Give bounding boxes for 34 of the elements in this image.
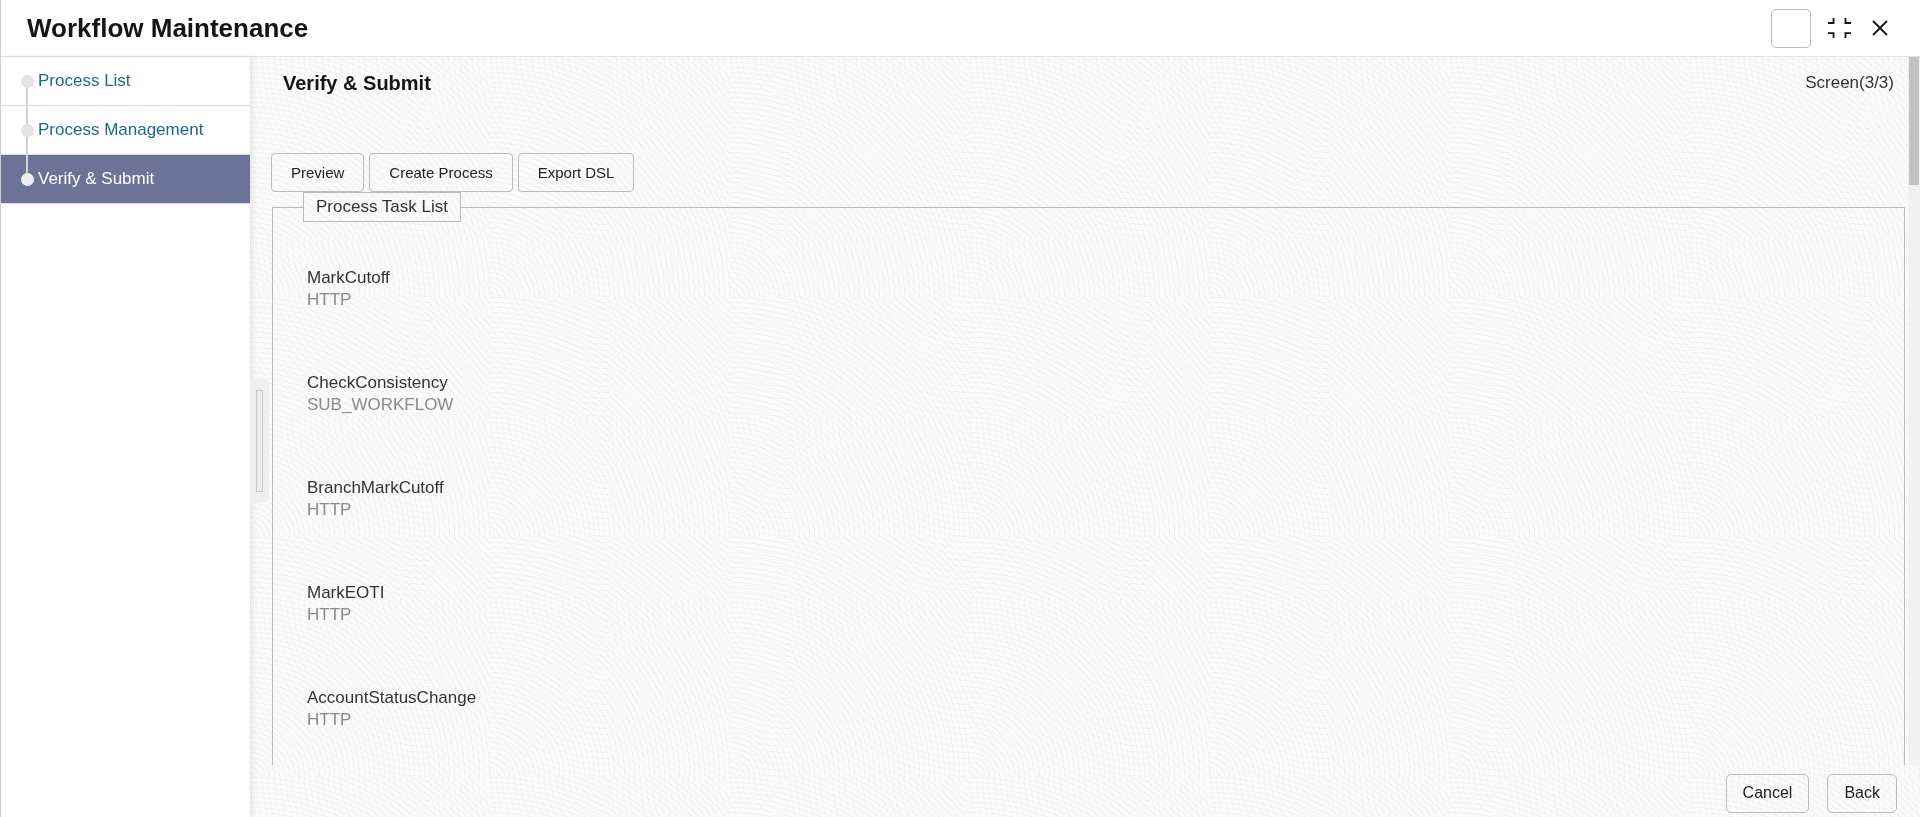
- sidebar-item[interactable]: Verify & Submit: [1, 155, 250, 204]
- task-name: MarkEOTI: [307, 582, 385, 604]
- page-heading: Verify & Submit: [283, 71, 431, 95]
- task-name: CheckConsistency: [307, 372, 448, 394]
- minimize-icon[interactable]: [1827, 17, 1852, 39]
- task-type: SUB_WORKFLOW: [307, 394, 454, 416]
- screen-indicator: Screen(3/3): [1805, 73, 1894, 93]
- step-dot-icon: [21, 74, 34, 88]
- step-dot-icon: [21, 123, 34, 137]
- task-type: HTTP: [307, 604, 352, 626]
- sidebar-item-label: Process Management: [38, 120, 204, 140]
- task-list-title: Process Task List: [303, 193, 461, 222]
- scrollbar-thumb[interactable]: [1909, 57, 1919, 185]
- splitter-handle[interactable]: [250, 379, 269, 503]
- cancel-button[interactable]: Cancel: [1725, 773, 1810, 813]
- sidebar-item-label: Process List: [38, 71, 131, 91]
- task-type: HTTP: [307, 499, 352, 521]
- empty-button[interactable]: [1771, 8, 1811, 48]
- sidebar-item[interactable]: Process Management: [1, 106, 250, 155]
- step-dot-icon: [21, 172, 34, 186]
- task-name: AccountStatusChange: [307, 687, 477, 709]
- window-title: Workflow Maintenance: [27, 12, 309, 44]
- back-button[interactable]: Back: [1827, 773, 1897, 813]
- close-icon[interactable]: [1872, 20, 1888, 36]
- export-dsl-button[interactable]: Export DSL: [517, 153, 635, 192]
- sidebar-item[interactable]: Process List: [1, 57, 250, 106]
- scrollbar-track[interactable]: [1908, 57, 1920, 765]
- task-type: HTTP: [307, 289, 352, 311]
- create-process-button[interactable]: Create Process: [369, 153, 513, 192]
- task-name: MarkCutoff: [307, 267, 390, 289]
- task-type: HTTP: [307, 709, 352, 731]
- sidebar-item-label: Verify & Submit: [38, 169, 155, 189]
- task-name: BranchMarkCutoff: [307, 477, 444, 499]
- preview-button[interactable]: Preview: [271, 153, 365, 192]
